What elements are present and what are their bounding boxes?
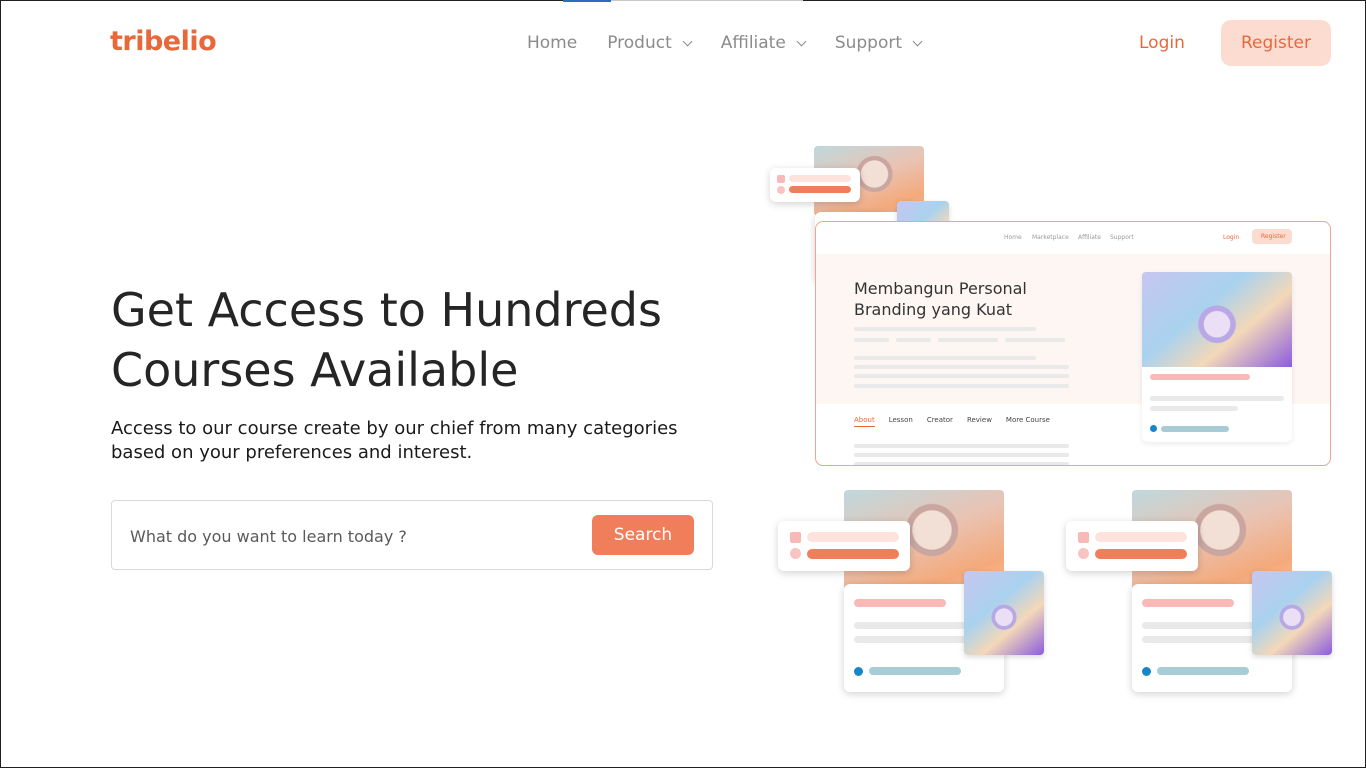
course-card-tag xyxy=(1066,521,1198,571)
nav-item-product[interactable]: Product xyxy=(607,33,693,53)
mockup-nav-support: Support xyxy=(1110,234,1134,241)
nav-item-home[interactable]: Home xyxy=(527,33,577,53)
hero-illustration: Home Marketplace Affiliate Support Login… xyxy=(760,140,1340,710)
nav-item-affiliate[interactable]: Affiliate xyxy=(720,33,807,53)
course-card-tag xyxy=(770,168,860,202)
mockup-tab-about: About xyxy=(854,416,875,427)
nav-item-label: Support xyxy=(834,33,903,53)
course-search-bar: Search xyxy=(111,500,713,570)
search-button[interactable]: Search xyxy=(592,515,694,555)
register-button[interactable]: Register xyxy=(1221,20,1331,66)
mockup-register-button: Register xyxy=(1252,229,1292,244)
search-input[interactable] xyxy=(130,519,580,553)
mockup-course-card xyxy=(1142,272,1292,442)
nav-item-label: Product xyxy=(607,33,672,53)
mockup-course-title: Membangun Personal Branding yang Kuat xyxy=(854,279,1027,319)
mockup-nav-marketplace: Marketplace xyxy=(1032,234,1069,241)
mockup-tabs: About Lesson Creator Review More Course xyxy=(854,416,1064,427)
hero-title: Get Access to Hundreds Courses Available xyxy=(111,283,662,397)
mockup-login: Login xyxy=(1223,234,1240,241)
chevron-down-icon xyxy=(682,36,693,46)
main-nav: Home Product Affiliate Support xyxy=(527,33,951,53)
chevron-down-icon xyxy=(912,36,923,46)
nav-item-label: Home xyxy=(527,33,578,53)
nav-item-support[interactable]: Support xyxy=(834,33,923,53)
nav-item-label: Affiliate xyxy=(720,33,786,53)
login-link[interactable]: Login xyxy=(1139,33,1185,53)
mockup-register-label: Register xyxy=(1261,233,1286,240)
course-page-mockup: Home Marketplace Affiliate Support Login… xyxy=(815,221,1331,466)
course-card-tag xyxy=(778,521,910,571)
mockup-tab-more-course: More Course xyxy=(1005,416,1050,424)
course-thumbnail-image xyxy=(1142,272,1292,367)
mockup-tab-creator: Creator xyxy=(926,416,953,424)
mockup-tab-lesson: Lesson xyxy=(888,416,913,424)
course-thumbnail-image xyxy=(1252,571,1332,655)
mockup-nav-home: Home xyxy=(1004,234,1022,241)
top-scroll-indicator xyxy=(563,0,611,2)
mockup-tab-review: Review xyxy=(966,416,992,424)
course-thumbnail-image xyxy=(964,571,1044,655)
chevron-down-icon xyxy=(796,36,807,46)
mockup-nav-affiliate: Affiliate xyxy=(1078,234,1101,241)
brand-logo[interactable]: tribelio xyxy=(110,26,217,57)
hero-subtitle: Access to our course create by our chief… xyxy=(111,418,678,463)
